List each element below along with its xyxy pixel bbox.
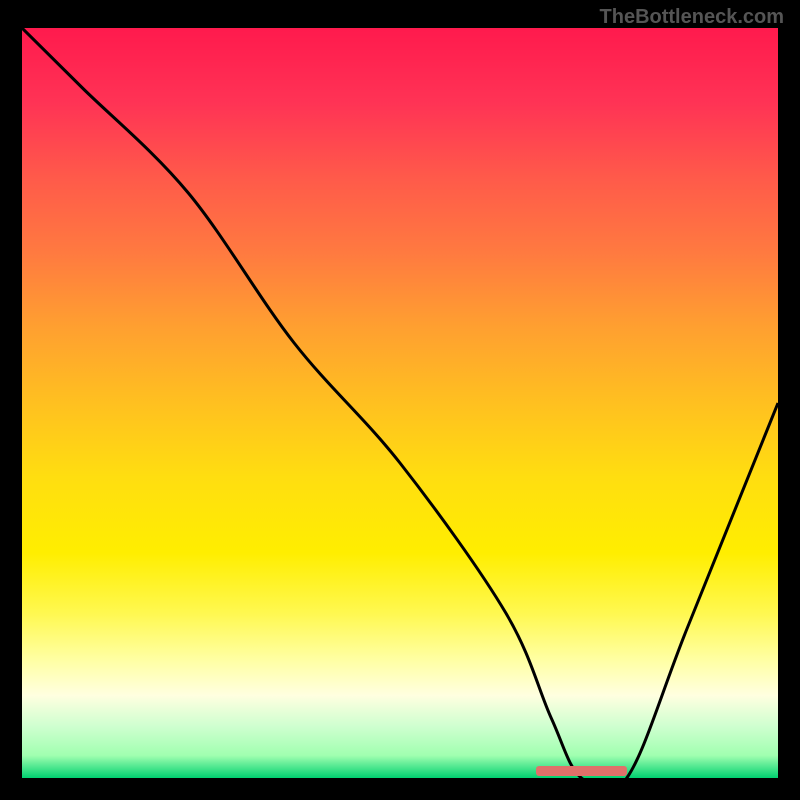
bottleneck-line-chart [22, 28, 778, 778]
watermark-text: TheBottleneck.com [600, 6, 784, 29]
bottleneck-curve-path [22, 28, 778, 778]
optimal-range-marker [536, 766, 627, 776]
